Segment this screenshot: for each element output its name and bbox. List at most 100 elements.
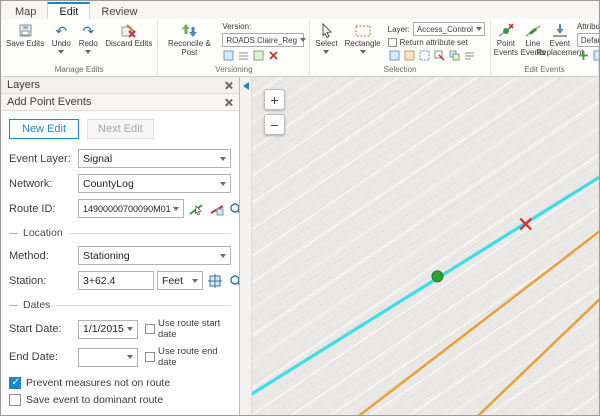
network-label: Network: [9,178,75,190]
add-event-icon[interactable] [577,49,590,62]
network-combobox[interactable]: CountyLog [78,174,231,193]
use-route-start-date-label: Use route start date [158,318,231,340]
return-attribute-set-label: Return attribute set [400,38,468,47]
station-input[interactable]: 3+62.4 [78,271,154,290]
attribute-set-value: Default [581,36,599,45]
cyan-route-line[interactable] [240,164,599,410]
select-label: Select [315,40,337,49]
clear-selection-icon[interactable] [433,49,446,62]
delete-version-icon[interactable] [267,49,280,62]
layer-value: Access_Control [417,25,473,34]
orange-route-line-1[interactable] [346,223,599,415]
route-id-label: Route ID: [9,203,75,215]
save-to-dominant-route-label: Save event to dominant route [26,394,163,406]
refresh-version-icon[interactable] [237,49,250,62]
prevent-measures-label: Prevent measures not on route [26,377,170,389]
point-events-icon [498,22,514,39]
save-to-dominant-route-checkbox[interactable] [9,394,21,406]
start-date-value: 1/1/2015 [83,323,124,335]
station-label: Station: [9,275,75,287]
pick-station-icon[interactable] [206,272,224,290]
redo-button[interactable]: ↷ Redo [75,20,101,64]
attribute-set-combobox[interactable]: Default [577,33,599,47]
save-edits-button[interactable]: Save Edits [3,20,47,64]
add-point-events-header: Add Point Events [1,94,239,111]
split-event-icon[interactable] [592,49,599,62]
map-view[interactable]: + − [240,77,599,415]
start-date-picker[interactable]: 1/1/2015 [78,320,138,339]
next-edit-button[interactable]: Next Edit [87,119,154,139]
select-by-attributes-icon[interactable] [388,49,401,62]
prevent-measures-checkbox[interactable] [9,377,21,389]
reconcile-post-icon [182,22,197,39]
return-attribute-set-checkbox[interactable] [388,38,397,47]
group-label-versioning: Versioning [160,64,307,76]
add-point-events-title: Add Point Events [7,96,91,108]
tab-review[interactable]: Review [90,4,148,19]
group-label-edit-events: Edit Events [493,64,596,76]
select-all-icon[interactable] [418,49,431,62]
ribbon-tabbar: Map Edit Review [1,1,599,19]
invert-selection-icon[interactable] [448,49,461,62]
method-label: Method: [9,250,75,262]
chevron-down-icon [323,50,329,54]
point-event-marker[interactable] [432,271,443,282]
zoom-in-button[interactable]: + [264,89,285,110]
rectangle-select-button[interactable]: Rectangle [342,20,384,64]
close-icon[interactable] [224,81,233,90]
route-id-combobox[interactable]: 14900000700090M01 [78,199,184,218]
pane-collapse-strip[interactable] [240,77,252,415]
select-route-on-map-icon[interactable] [187,200,205,218]
add-point-events-pane: New Edit Next Edit Event Layer: Signal N… [1,111,239,415]
layers-pane-header: Layers [1,77,239,94]
station-unit-combobox[interactable]: Feet [157,271,203,290]
zoom-out-button[interactable]: − [264,114,285,135]
use-route-end-date-checkbox[interactable] [145,352,155,362]
discard-edits-button[interactable]: Discard Edits [102,20,155,64]
version-combobox[interactable]: ROADS.Claire_Reg [222,33,304,47]
zoom-tool-icon[interactable] [227,272,239,290]
orange-route-line-2[interactable] [465,288,599,415]
end-date-picker[interactable] [78,348,138,367]
chevron-down-icon [127,355,133,359]
chevron-down-icon [192,279,198,283]
selection-options-icon[interactable] [463,49,476,62]
group-versioning: Reconcile & Post Version: ROADS.Claire_R… [158,19,310,76]
use-route-start-date-checkbox[interactable] [145,324,155,334]
close-icon[interactable] [224,98,233,107]
event-replacement-button[interactable]: Event Replacement [547,20,573,64]
method-value: Stationing [83,250,130,262]
version-changes-icon[interactable] [222,49,235,62]
reconcile-post-label: Reconcile & Post [163,40,215,58]
event-layer-value: Signal [83,153,112,165]
left-dock-panel: Layers Add Point Events New Edit Next Ed… [1,77,240,415]
tab-map[interactable]: Map [4,4,47,19]
chevron-down-icon [127,327,133,331]
event-replacement-icon [552,22,568,39]
rectangle-label: Rectangle [345,40,381,49]
event-layer-label: Event Layer: [9,153,75,165]
new-edit-button[interactable]: New Edit [9,119,79,139]
event-layer-combobox[interactable]: Signal [78,149,231,168]
point-events-button[interactable]: Point Events [493,20,519,64]
collapse-left-icon [243,82,249,90]
map-canvas[interactable] [240,77,599,415]
tab-edit[interactable]: Edit [47,2,90,19]
select-by-location-icon[interactable] [403,49,416,62]
group-manage-edits: Save Edits ↶ Undo ↷ Redo Discard Edits [1,19,158,76]
use-route-end-date-label: Use route end date [158,346,231,368]
group-label-selection: Selection [312,64,488,76]
undo-icon: ↶ [55,22,67,39]
route-list-icon[interactable] [208,200,226,218]
post-changes-icon[interactable] [252,49,265,62]
chevron-down-icon [85,50,91,54]
undo-button[interactable]: ↶ Undo [48,20,74,64]
chevron-down-icon [300,38,306,42]
reconcile-post-button[interactable]: Reconcile & Post [160,20,218,64]
layer-combobox[interactable]: Access_Control [413,22,485,36]
method-combobox[interactable]: Stationing [78,246,231,265]
zoom-to-route-icon[interactable] [229,200,239,218]
select-button[interactable]: Select [312,20,340,64]
undo-label: Undo [52,40,71,49]
ribbon: Save Edits ↶ Undo ↷ Redo Discard Edits [1,19,599,77]
